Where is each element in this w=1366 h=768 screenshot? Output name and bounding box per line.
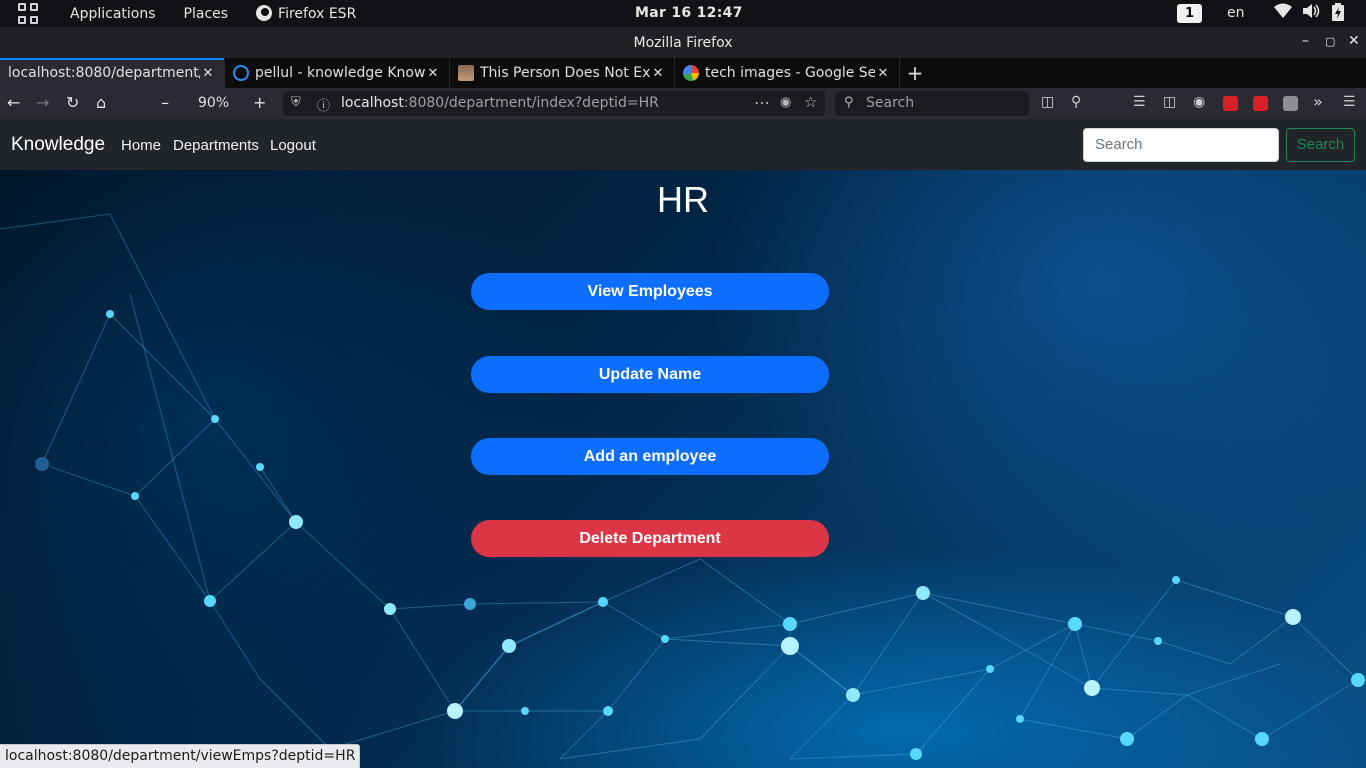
url-path: :8080/department/index?deptid=HR [403, 95, 659, 111]
close-tab-icon[interactable]: ✕ [875, 66, 891, 81]
tab-label: localhost:8080/department/ [8, 65, 200, 81]
find-icon[interactable]: ⚲ [1071, 94, 1081, 110]
browser-search-bar[interactable]: ⚲ Search [835, 91, 1029, 116]
site-info-icon[interactable]: ⓘ [317, 95, 330, 114]
tab-label: tech images - Google Sea [705, 65, 875, 81]
bookmark-star-icon[interactable]: ☆ [804, 93, 817, 111]
update-name-button[interactable]: Update Name [471, 356, 829, 393]
library-icon[interactable]: ☰ [1133, 94, 1146, 110]
extension-lock-icon[interactable] [1223, 96, 1238, 111]
active-app-menu[interactable]: Firefox ESR [256, 5, 356, 22]
browser-toolbar: ← → ↻ ⌂ – 90% + ⛨ ⓘ localhost:8080/depar… [0, 88, 1366, 119]
account-icon[interactable]: ◉ [1193, 94, 1205, 110]
zoom-out-icon[interactable]: – [161, 93, 169, 112]
tab-strip: localhost:8080/department/ ✕ pellul - kn… [0, 58, 1366, 88]
department-title: HR [657, 179, 709, 220]
zoom-in-icon[interactable]: + [253, 93, 266, 112]
zoom-level[interactable]: 90% [198, 95, 229, 111]
nav-link-logout[interactable]: Logout [270, 137, 316, 154]
delete-department-button[interactable]: Delete Department [471, 520, 829, 557]
google-favicon-icon [683, 65, 699, 81]
workspace-indicator[interactable]: 1 [1177, 4, 1202, 23]
tab-department[interactable]: localhost:8080/department/ ✕ [0, 58, 225, 88]
view-employees-button[interactable]: View Employees [471, 273, 829, 310]
reload-icon[interactable]: ↻ [66, 93, 79, 112]
url-host: localhost [341, 95, 404, 111]
page-actions-icon[interactable]: ⋯ [754, 93, 770, 112]
tab-label: This Person Does Not Exi [480, 65, 650, 81]
tab-google[interactable]: tech images - Google Sea ✕ [675, 58, 900, 88]
window-titlebar[interactable]: Mozilla Firefox – ▢ ✕ [0, 27, 1366, 58]
hamburger-menu-icon[interactable]: ☰ [1343, 94, 1356, 110]
brand-logo-text[interactable]: Knowledge [11, 134, 105, 156]
nav-link-departments[interactable]: Departments [173, 137, 259, 154]
language-indicator[interactable]: en [1227, 5, 1245, 21]
browser-search-placeholder: Search [866, 95, 915, 111]
wifi-icon[interactable] [1274, 3, 1292, 23]
firefox-icon [256, 5, 273, 21]
maximize-icon[interactable]: ▢ [1325, 35, 1335, 48]
applications-menu[interactable]: Applications [70, 6, 156, 22]
app-search-input[interactable]: Search [1083, 128, 1279, 162]
app-navbar: Knowledge Home Departments Logout Search… [0, 119, 1366, 170]
system-top-panel: Applications Places Firefox ESR Mar 16 1… [0, 0, 1366, 27]
overflow-chevron-icon[interactable]: » [1313, 92, 1323, 111]
activities-grid-icon[interactable] [18, 2, 40, 25]
app-search-button[interactable]: Search [1286, 128, 1355, 162]
search-icon: ⚲ [844, 95, 854, 110]
containers-icon[interactable]: ◫ [1041, 94, 1054, 110]
url-bar[interactable]: ⛨ ⓘ localhost:8080/department/index?dept… [283, 91, 825, 116]
tab-label: pellul - knowledge Know [255, 65, 425, 81]
clock[interactable]: Mar 16 12:47 [635, 5, 743, 21]
status-link-preview: localhost:8080/department/viewEmps?depti… [0, 744, 361, 768]
pocket-icon[interactable]: ◉ [780, 95, 791, 110]
new-tab-icon[interactable]: + [900, 58, 930, 88]
sidebar-icon[interactable]: ◫ [1163, 94, 1176, 110]
nav-link-home[interactable]: Home [121, 137, 161, 154]
tab-person[interactable]: This Person Does Not Exi ✕ [450, 58, 675, 88]
knowledge-favicon-icon [233, 65, 249, 81]
extension-gray-icon[interactable] [1283, 96, 1298, 111]
active-app-label: Firefox ESR [278, 6, 357, 22]
minimize-icon[interactable]: – [1302, 33, 1309, 49]
close-tab-icon[interactable]: ✕ [425, 66, 441, 81]
close-tab-icon[interactable]: ✕ [200, 66, 216, 81]
person-favicon-icon [458, 65, 474, 81]
volume-icon[interactable] [1302, 3, 1320, 23]
forward-icon[interactable]: → [36, 93, 49, 112]
shield-icon[interactable]: ⛨ [291, 95, 301, 110]
add-employee-button[interactable]: Add an employee [471, 438, 829, 475]
back-icon[interactable]: ← [7, 93, 20, 112]
battery-icon[interactable] [1332, 3, 1344, 25]
extension-dots-icon[interactable] [1253, 96, 1268, 111]
close-window-icon[interactable]: ✕ [1348, 33, 1360, 49]
home-icon[interactable]: ⌂ [96, 93, 106, 112]
tab-knowledge[interactable]: pellul - knowledge Know ✕ [225, 58, 450, 88]
web-page: Knowledge Home Departments Logout Search… [0, 119, 1366, 768]
close-tab-icon[interactable]: ✕ [650, 66, 666, 81]
url-text: localhost:8080/department/index?deptid=H… [341, 95, 659, 111]
places-menu[interactable]: Places [184, 6, 229, 22]
window-title: Mozilla Firefox [633, 35, 733, 51]
